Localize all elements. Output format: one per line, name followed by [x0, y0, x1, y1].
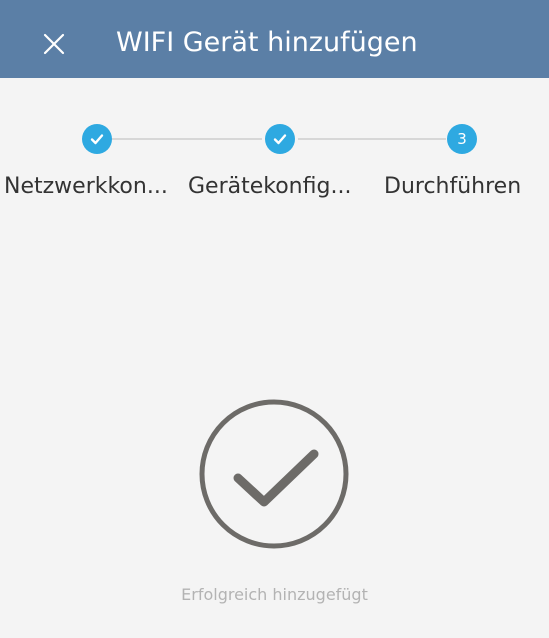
success-message: Erfolgreich hinzugefügt — [181, 585, 368, 604]
step-3-label: Durchführen — [384, 174, 522, 199]
step-3-number: 3 — [457, 130, 467, 148]
step-2-label: Gerätekonfig... — [188, 174, 352, 199]
check-icon — [273, 134, 287, 145]
check-icon — [90, 134, 104, 145]
close-icon — [43, 33, 65, 55]
page-title: WIFI Gerät hinzufügen — [116, 27, 418, 58]
close-button[interactable] — [34, 24, 74, 64]
step-3-indicator: 3 — [447, 124, 477, 154]
check-circle-icon — [199, 399, 349, 549]
step-connector-1 — [112, 138, 262, 140]
step-1-indicator — [82, 124, 112, 154]
success-indicator — [198, 398, 350, 550]
app-header: WIFI Gerät hinzufügen — [0, 0, 549, 78]
step-2-indicator — [265, 124, 295, 154]
step-1-label: Netzwerkkon... — [4, 174, 168, 199]
step-connector-2 — [298, 138, 446, 140]
